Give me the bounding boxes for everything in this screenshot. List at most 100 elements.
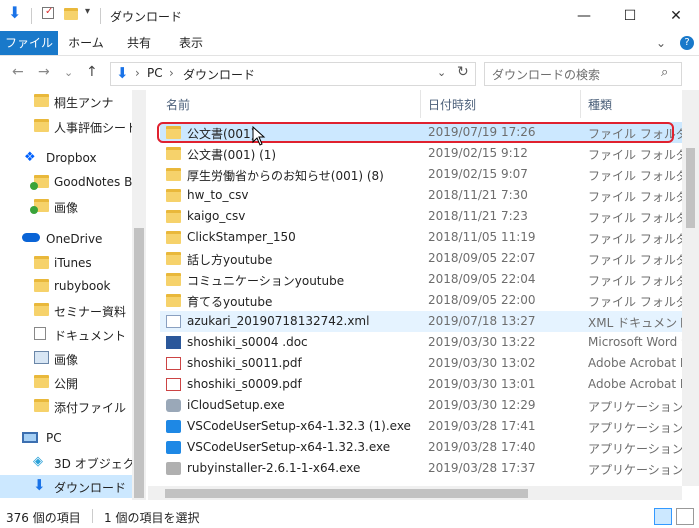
vertical-scrollbar-thumb[interactable] [686,148,695,228]
column-divider[interactable] [580,90,581,118]
downloads-icon: ⬇ [116,64,129,82]
file-name: kaigo_csv [187,209,246,223]
nav-item[interactable]: 桐生アンナ [0,90,135,113]
file-row[interactable]: 話し方youtube 2018/09/05 22:07 ファイル フォルダー [160,248,699,269]
nav-item-downloads[interactable]: ⬇ ダウンロード [0,475,135,498]
tab-share[interactable]: 共有 [116,31,162,55]
file-row[interactable]: コミュニケーションyoutube 2018/09/05 22:04 ファイル フ… [160,269,699,290]
tab-view[interactable]: 表示 [168,31,214,55]
nav-item[interactable]: 人事評価シート [0,115,135,138]
file-row[interactable]: 厚生労働省からのお知らせ(001) (8) 2019/02/15 9:07 ファ… [160,164,699,185]
folder-icon [34,399,49,412]
file-row[interactable]: rubyinstaller-2.6.1-1-x64.exe 2019/03/28… [160,458,684,479]
large-icons-view-icon[interactable] [676,508,694,525]
forward-button[interactable]: → [38,64,50,80]
nav-item[interactable]: セミナー資料 [0,299,135,322]
nav-item-label: OneDrive [46,232,103,246]
address-bar[interactable]: ⬇ › PC › ダウンロード ⌄ ↻ [110,62,476,86]
close-button[interactable]: ✕ [653,0,699,31]
file-name: 公文書(001) (1) [187,148,277,162]
maximize-button[interactable]: ☐ [607,0,653,31]
breadcrumb-downloads[interactable]: ダウンロード [183,66,255,83]
file-type: XML ドキュメント [588,316,690,330]
file-name: 話し方youtube [187,253,273,267]
mouse-cursor-icon [252,126,266,146]
nav-item[interactable]: ドキュメント [0,323,135,346]
file-name: 厚生労働省からのお知らせ(001) (8) [187,169,384,183]
nav-item-pc[interactable]: PC [0,427,135,450]
folder-icon [34,256,49,269]
nav-item[interactable]: ◈ 3D オブジェクト [0,451,135,474]
file-type: アプリケーション [588,442,684,456]
nav-item-dropbox[interactable]: ❖ Dropbox [0,147,135,170]
file-row[interactable]: hw_to_csv 2018/11/21 7:30 ファイル フォルダー [160,185,699,206]
file-row[interactable]: shoshiki_s0004 .doc 2019/03/30 13:22 Mic… [160,332,689,353]
divider [92,509,93,523]
nav-item[interactable]: GoodNotes Ba [0,171,135,194]
file-date: 2019/02/15 9:07 [428,167,528,181]
column-header-name[interactable]: 名前 [166,96,190,113]
nav-scrollbar-thumb[interactable] [134,228,144,498]
setup-exe-icon [166,399,181,412]
file-row[interactable]: VSCodeUserSetup-x64-1.32.3 (1).exe 2019/… [160,416,684,437]
file-list: 名前 日付時刻 種類 公文書(001) 2019/07/19 17:26 ファイ… [148,90,699,500]
file-name: VSCodeUserSetup-x64-1.32.3 (1).exe [187,419,411,433]
file-date: 2019/03/28 17:41 [428,419,536,433]
file-row[interactable]: shoshiki_s0011.pdf 2019/03/30 13:02 Adob… [160,353,689,374]
nav-item[interactable]: 公開 [0,371,135,394]
new-folder-icon[interactable] [64,8,78,20]
file-row[interactable]: VSCodeUserSetup-x64-1.32.3.exe 2019/03/2… [160,437,684,458]
nav-item[interactable]: rubybook [0,275,135,298]
customize-toolbar-icon[interactable]: ▾ [85,6,90,17]
back-button[interactable]: ← [12,64,24,80]
selected-count: 1 個の項目を選択 [104,511,200,525]
file-row[interactable]: kaigo_csv 2018/11/21 7:23 ファイル フォルダー [160,206,699,227]
nav-item-label: PC [46,431,62,445]
file-row[interactable]: 育てるyoutube 2018/09/05 22:00 ファイル フォルダー [160,290,699,311]
file-row[interactable]: azukari_20190718132742.xml 2019/07/18 13… [160,311,689,332]
file-type: Microsoft Word 9 [588,335,689,349]
breadcrumb-pc[interactable]: PC [147,66,163,80]
file-name: 育てるyoutube [187,295,273,309]
nav-item-label: GoodNotes Ba [54,175,135,189]
column-header-date[interactable]: 日付時刻 [428,96,476,113]
search-input[interactable]: ダウンロードの検索 [492,66,600,83]
details-view-icon[interactable] [654,508,672,525]
address-dropdown-icon[interactable]: ⌄ [437,66,446,79]
file-date: 2019/03/28 17:40 [428,440,536,454]
file-row[interactable]: iCloudSetup.exe 2019/03/30 12:29 アプリケーショ… [160,395,684,416]
file-name: rubyinstaller-2.6.1-1-x64.exe [187,461,361,475]
recent-locations-button[interactable]: ⌄ [64,66,73,79]
nav-item[interactable]: iTunes [0,252,135,275]
nav-item[interactable]: 画像 [0,195,135,218]
nav-item[interactable]: 添付ファイル [0,395,135,418]
folder-icon [34,375,49,388]
tab-home[interactable]: ホーム [62,31,110,55]
folder-icon [166,168,181,181]
up-button[interactable]: ↑ [86,64,98,80]
refresh-icon[interactable]: ↻ [457,64,469,80]
breadcrumb-separator: › [135,66,140,80]
minimize-button[interactable]: — [561,0,607,31]
horizontal-scrollbar-thumb[interactable] [165,489,528,498]
file-date: 2018/11/21 7:30 [428,188,528,202]
divider [100,8,101,24]
column-divider[interactable] [420,90,421,118]
vscode-icon [166,420,181,433]
nav-item-onedrive[interactable]: OneDrive [0,228,135,251]
word-doc-icon [166,336,181,349]
column-header-type[interactable]: 種類 [588,96,612,113]
file-row[interactable]: ClickStamper_150 2018/11/05 11:19 ファイル フ… [160,227,699,248]
file-row[interactable]: shoshiki_s0009.pdf 2019/03/30 13:01 Adob… [160,374,689,395]
tab-file[interactable]: ファイル [0,31,58,55]
nav-item-label: rubybook [54,279,111,293]
properties-icon[interactable]: ✓ [42,6,54,19]
help-icon[interactable]: ? [680,36,694,50]
folder-icon [34,279,49,292]
file-date: 2018/11/05 11:19 [428,230,536,244]
nav-item[interactable]: 画像 [0,347,135,370]
nav-item-label: ダウンロード [54,481,127,495]
search-box[interactable]: ダウンロードの検索 ⌕ [484,62,682,86]
ribbon-expand-icon[interactable]: ⌄ [654,31,668,55]
file-row[interactable]: 公文書(001) (1) 2019/02/15 9:12 ファイル フォルダー [160,143,699,164]
